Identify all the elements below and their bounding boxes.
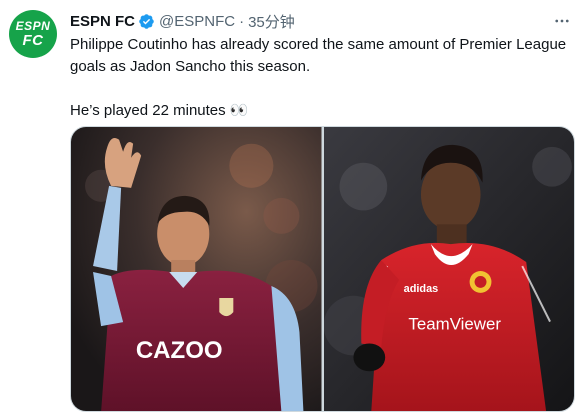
verified-badge-icon	[138, 13, 155, 30]
avatar-text-line2: FC	[22, 32, 44, 49]
avatar-text-line1: ESPN	[15, 19, 51, 33]
display-name[interactable]: ESPN FC	[70, 13, 135, 30]
sancho-photo[interactable]: adidas TeamViewer	[323, 127, 574, 411]
coutinho-sponsor-text: CAZOO	[136, 337, 223, 364]
sancho-sponsor-text: TeamViewer	[408, 315, 501, 334]
sancho-brand-text: adidas	[403, 283, 438, 295]
tweet-timestamp[interactable]: 35分钟	[248, 11, 295, 32]
tweet-text-paragraph-1: Philippe Coutinho has already scored the…	[70, 36, 567, 75]
avatar[interactable]: ESPN FC	[9, 10, 57, 58]
tweet-media-grid: CAZOO adidas TeamViewer	[70, 126, 575, 412]
sancho-photo-illustration: adidas TeamViewer	[323, 127, 574, 411]
tweet-text: Philippe Coutinho has already scored the…	[70, 34, 570, 122]
tweet-header: ESPN FC @ESPNFC · 35分钟	[70, 10, 573, 32]
ellipsis-icon[interactable]	[551, 10, 573, 32]
header-separator: ·	[239, 12, 245, 30]
tweet[interactable]: ESPN FC ESPN FC @ESPNFC · 35分钟 Philippe …	[0, 0, 585, 416]
coutinho-photo-illustration: CAZOO	[71, 127, 322, 411]
author-handle[interactable]: @ESPNFC	[159, 13, 235, 30]
coutinho-photo[interactable]: CAZOO	[71, 127, 322, 411]
tweet-text-paragraph-2: He’s played 22 minutes 👀	[70, 102, 249, 119]
